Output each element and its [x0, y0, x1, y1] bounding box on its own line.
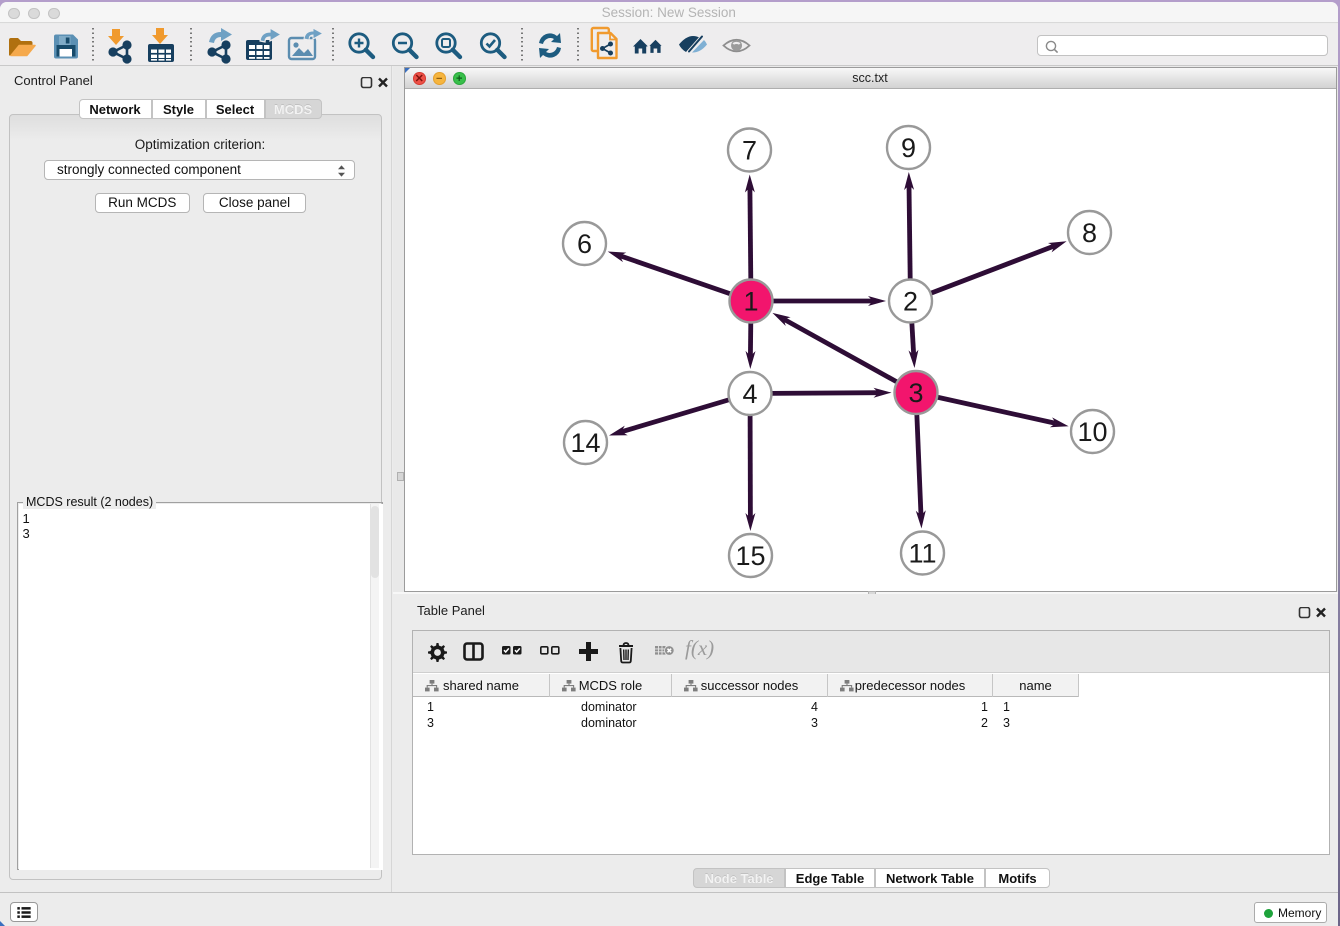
- svg-text:9: 9: [900, 133, 915, 163]
- svg-text:3: 3: [908, 378, 923, 408]
- svg-text:15: 15: [735, 541, 765, 571]
- svg-text:6: 6: [576, 229, 591, 259]
- svg-text:2: 2: [902, 286, 917, 316]
- svg-text:10: 10: [1077, 417, 1107, 447]
- svg-text:14: 14: [570, 428, 600, 458]
- svg-text:1: 1: [743, 286, 758, 316]
- svg-text:4: 4: [742, 379, 757, 409]
- svg-text:7: 7: [741, 135, 756, 165]
- svg-text:8: 8: [1081, 218, 1096, 248]
- svg-text:11: 11: [908, 538, 936, 568]
